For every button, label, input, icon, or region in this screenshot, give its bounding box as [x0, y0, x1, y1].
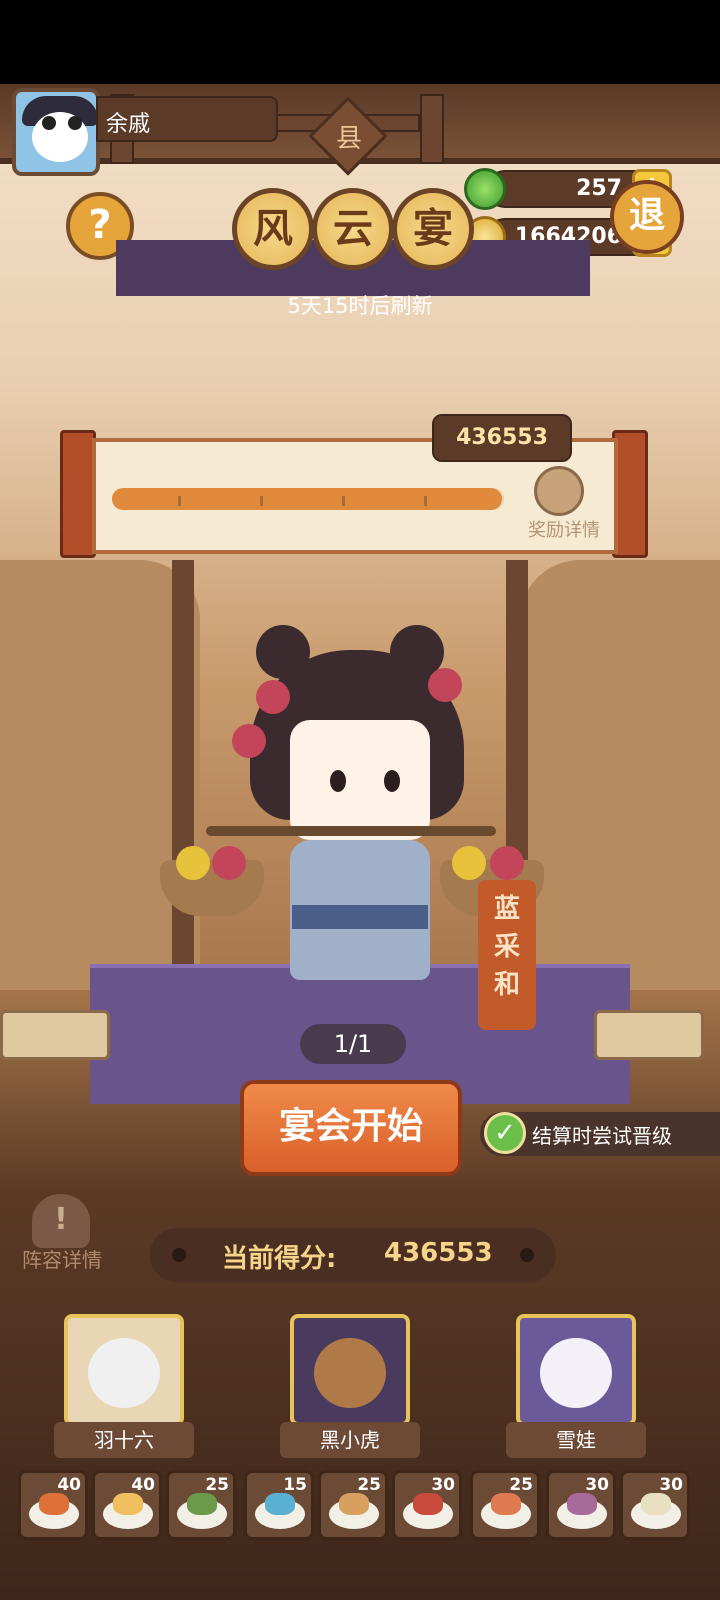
hero-portrait [540, 1338, 612, 1408]
flower-icon [256, 680, 290, 714]
food-icon [413, 1493, 443, 1515]
dish-count: 25 [509, 1475, 533, 1495]
food-icon [567, 1493, 597, 1515]
player-name: 余戚 [106, 112, 151, 137]
score-dot [172, 1248, 186, 1262]
hero-name: 黑小虎 [280, 1422, 420, 1458]
dish-slot[interactable]: 30 [546, 1470, 616, 1540]
dish-count: 40 [57, 1475, 81, 1495]
dish-slot[interactable]: 15 [244, 1470, 314, 1540]
dish-count: 15 [283, 1475, 307, 1495]
player-name-plate: 余戚 [96, 96, 278, 142]
curtain-left [0, 560, 200, 990]
dish-slot[interactable]: 25 [470, 1470, 540, 1540]
current-score-value: 436553 [384, 1238, 493, 1268]
flower-icon [490, 846, 524, 880]
flower-icon [428, 668, 462, 702]
character-name-char: 蓝 [493, 894, 520, 924]
food-icon [339, 1493, 369, 1515]
avatar-eye [42, 116, 56, 130]
current-score-label: 当前得分: [222, 1244, 337, 1274]
roof-beam [420, 94, 444, 164]
hero-name: 雪娃 [506, 1422, 646, 1458]
progress-tick [424, 496, 427, 506]
flower-icon [452, 846, 486, 880]
dish-slot[interactable]: 25 [166, 1470, 236, 1540]
scroll-end-left [60, 430, 96, 558]
food-icon [641, 1493, 671, 1515]
character-name-char: 采 [493, 932, 520, 962]
dish-count: 30 [659, 1475, 683, 1495]
food-icon [39, 1493, 69, 1515]
target-score-bubble: 436553 [432, 414, 572, 462]
food-icon [187, 1493, 217, 1515]
curtain-right [520, 560, 720, 990]
hero-name: 羽十六 [54, 1422, 194, 1458]
hero-card[interactable] [64, 1314, 184, 1426]
hero-portrait [314, 1338, 386, 1408]
carrying-pole [206, 826, 496, 836]
reward-details-button[interactable]: 奖励详情 [518, 516, 610, 542]
promote-toggle-label: 结算时尝试晋级 [532, 1124, 672, 1148]
checkmark-icon[interactable]: ✓ [484, 1112, 526, 1154]
food-icon [265, 1493, 295, 1515]
dish-slot[interactable]: 30 [620, 1470, 690, 1540]
bench-left [0, 1010, 110, 1060]
player-avatar[interactable] [12, 88, 100, 176]
flower-icon [232, 724, 266, 758]
title-char-2: 云 [312, 188, 394, 270]
start-banquet-button[interactable]: 宴会开始 [240, 1080, 462, 1176]
dish-count: 40 [131, 1475, 155, 1495]
page-indicator: 1/1 [300, 1024, 406, 1064]
dish-slot[interactable]: 40 [18, 1470, 88, 1540]
score-progress-bar [112, 488, 504, 510]
dish-slot[interactable]: 30 [392, 1470, 462, 1540]
character-eye [330, 770, 346, 792]
hero-card[interactable] [516, 1314, 636, 1426]
hero-card[interactable] [290, 1314, 410, 1426]
status-bar [0, 0, 720, 84]
progress-tick [178, 496, 181, 506]
green-apple-icon [464, 168, 506, 210]
exit-button[interactable]: 退 [610, 180, 684, 254]
refresh-timer: 5天15时后刷新 [287, 294, 433, 318]
food-icon [491, 1493, 521, 1515]
dish-count: 30 [585, 1475, 609, 1495]
score-dot [520, 1248, 534, 1262]
character-eye [384, 770, 400, 792]
avatar-eye [68, 116, 82, 130]
stage-pillar [172, 560, 194, 980]
dish-slot[interactable]: 25 [318, 1470, 388, 1540]
bench-right [594, 1010, 704, 1060]
exclamation-icon: ! [32, 1194, 90, 1248]
dish-count: 25 [205, 1475, 229, 1495]
dish-count: 30 [431, 1475, 455, 1495]
dish-slot[interactable]: 40 [92, 1470, 162, 1540]
lineup-details-label: 阵容详情 [22, 1248, 102, 1272]
title-char-3: 宴 [392, 188, 474, 270]
title-char-1: 风 [232, 188, 314, 270]
progress-tick [260, 496, 263, 506]
character-name: 蓝采和 [478, 890, 536, 1004]
character-face [290, 720, 430, 840]
food-icon [113, 1493, 143, 1515]
flower-icon [212, 846, 246, 880]
flower-icon [176, 846, 210, 880]
score-progress-fill [112, 488, 503, 510]
county-badge-label: 县 [335, 124, 362, 154]
current-score-bar [150, 1228, 556, 1282]
reward-chest-icon[interactable] [534, 466, 584, 516]
progress-tick [342, 496, 345, 506]
character-belt [292, 905, 428, 929]
character-name-char: 和 [493, 970, 520, 1000]
hero-portrait [88, 1338, 160, 1408]
dish-count: 25 [357, 1475, 381, 1495]
